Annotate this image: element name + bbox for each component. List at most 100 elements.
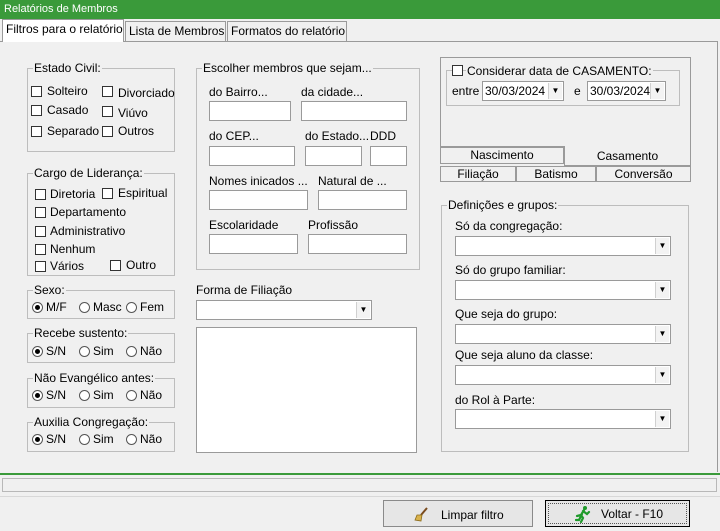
ddd-label: DDD	[370, 129, 396, 143]
tab-formatos[interactable]: Formatos do relatório	[227, 21, 347, 41]
evangelico-sn-radio[interactable]	[32, 390, 43, 401]
grupo-select[interactable]: ▼	[455, 324, 671, 344]
chevron-down-icon[interactable]: ▼	[655, 282, 669, 298]
chevron-down-icon[interactable]: ▼	[655, 411, 669, 427]
estado-input[interactable]	[305, 146, 362, 166]
nenhum-checkbox[interactable]	[35, 244, 46, 255]
grupo-familiar-label: Só do grupo familiar:	[455, 263, 566, 277]
escolaridade-input[interactable]	[209, 234, 298, 254]
espiritual-checkbox[interactable]	[102, 188, 113, 199]
cep-input[interactable]	[209, 146, 295, 166]
auxilia-sn-radio[interactable]	[32, 434, 43, 445]
auxilia-sim-radio[interactable]	[79, 434, 90, 445]
filiacao-select[interactable]: ▼	[196, 300, 372, 320]
chevron-down-icon[interactable]: ▼	[655, 367, 669, 383]
chevron-down-icon[interactable]: ▼	[650, 83, 664, 99]
solteiro-checkbox[interactable]	[31, 86, 42, 97]
filiacao-list[interactable]	[196, 327, 417, 453]
tab-lista-membros[interactable]: Lista de Membros	[125, 21, 226, 41]
separator-line	[0, 473, 720, 475]
nomes-label: Nomes inicados ...	[209, 174, 308, 188]
outro-label: Outro	[126, 258, 157, 272]
divorciado-checkbox[interactable]	[102, 86, 113, 97]
cargo-title: Cargo de Liderança:	[33, 166, 144, 180]
separado-checkbox[interactable]	[31, 126, 42, 137]
window-title: Relatórios de Membros	[0, 0, 720, 19]
varios-checkbox[interactable]	[35, 261, 46, 272]
estado-label: do Estado...	[305, 129, 370, 143]
diretoria-label: Diretoria	[50, 187, 96, 201]
diretoria-checkbox[interactable]	[35, 189, 46, 200]
auxilia-nao-label: Não	[140, 432, 163, 446]
sexo-fem-radio[interactable]	[126, 302, 137, 313]
voltar-label: Voltar - F10	[601, 507, 664, 521]
date-from-value: 30/03/2024	[485, 84, 546, 98]
chevron-down-icon[interactable]: ▼	[548, 83, 562, 99]
viuvo-checkbox[interactable]	[102, 106, 113, 117]
filiacao-label: Forma de Filiação	[196, 283, 293, 297]
congregacao-select[interactable]: ▼	[455, 236, 671, 256]
limpar-filtro-button[interactable]: Limpar filtro	[383, 500, 533, 527]
chevron-down-icon[interactable]: ▼	[356, 302, 370, 318]
casamento-checkbox[interactable]	[452, 65, 463, 76]
sustento-sim-label: Sim	[93, 344, 114, 358]
rol-label: do Rol à Parte:	[455, 393, 536, 407]
auxilia-title: Auxilia Congregação:	[33, 415, 150, 429]
tab-filtros[interactable]: Filtros para o relatório	[2, 19, 124, 42]
e-label: e	[574, 84, 581, 98]
estado-civil-title: Estado Civil:	[33, 61, 102, 75]
outros-checkbox[interactable]	[102, 126, 113, 137]
date-to-value: 30/03/2024	[590, 84, 651, 98]
sustento-sn-radio[interactable]	[32, 346, 43, 357]
natural-label: Natural de ...	[318, 174, 387, 188]
rol-select[interactable]: ▼	[455, 409, 671, 429]
casado-checkbox[interactable]	[31, 105, 42, 116]
evangelico-sim-radio[interactable]	[79, 390, 90, 401]
administrativo-checkbox[interactable]	[35, 226, 46, 237]
tab-nascimento[interactable]: Nascimento	[440, 147, 564, 164]
casamento-label: Considerar data de CASAMENTO:	[466, 64, 653, 78]
profissao-input[interactable]	[308, 234, 407, 254]
chevron-down-icon[interactable]: ▼	[655, 326, 669, 342]
recebe-sustento-title: Recebe sustento:	[33, 326, 129, 340]
date-to-picker[interactable]: 30/03/2024 ▼	[587, 81, 666, 101]
ddd-input[interactable]	[370, 146, 407, 166]
natural-input[interactable]	[318, 190, 407, 210]
tab-batismo[interactable]: Batismo	[516, 166, 596, 182]
sexo-fem-label: Fem	[140, 300, 164, 314]
profissao-label: Profissão	[308, 218, 359, 232]
nomes-input[interactable]	[209, 190, 308, 210]
tab-filiacao[interactable]: Filiação	[440, 166, 516, 182]
chevron-down-icon[interactable]: ▼	[655, 238, 669, 254]
outro-checkbox[interactable]	[110, 260, 121, 271]
sustento-sn-label: S/N	[46, 344, 67, 358]
casado-label: Casado	[47, 103, 89, 117]
nao-evangelico-title: Não Evangélico antes:	[33, 371, 156, 385]
cidade-input[interactable]	[301, 101, 407, 121]
status-bar	[2, 478, 717, 492]
sexo-masc-label: Masc	[93, 300, 122, 314]
sustento-nao-label: Não	[140, 344, 163, 358]
departamento-checkbox[interactable]	[35, 207, 46, 218]
cep-label: do CEP...	[209, 129, 259, 143]
sustento-sim-radio[interactable]	[79, 346, 90, 357]
date-from-picker[interactable]: 30/03/2024 ▼	[482, 81, 564, 101]
auxilia-nao-radio[interactable]	[126, 434, 137, 445]
departamento-label: Departamento	[50, 205, 127, 219]
tab-conversao[interactable]: Conversão	[596, 166, 691, 182]
sexo-masc-radio[interactable]	[79, 302, 90, 313]
evangelico-nao-radio[interactable]	[126, 390, 137, 401]
escolaridade-label: Escolaridade	[209, 218, 279, 232]
evangelico-sim-label: Sim	[93, 388, 114, 402]
voltar-button[interactable]: Voltar - F10	[545, 500, 690, 527]
divorciado-label: Divorciado	[118, 86, 175, 100]
sustento-nao-radio[interactable]	[126, 346, 137, 357]
sexo-mf-radio[interactable]	[32, 302, 43, 313]
nenhum-label: Nenhum	[50, 242, 96, 256]
outros-label: Outros	[118, 124, 155, 138]
bairro-input[interactable]	[209, 101, 291, 121]
broom-icon	[414, 507, 428, 522]
classe-select[interactable]: ▼	[455, 365, 671, 385]
grupo-familiar-select[interactable]: ▼	[455, 280, 671, 300]
tab-casamento[interactable]: Casamento	[564, 146, 691, 166]
